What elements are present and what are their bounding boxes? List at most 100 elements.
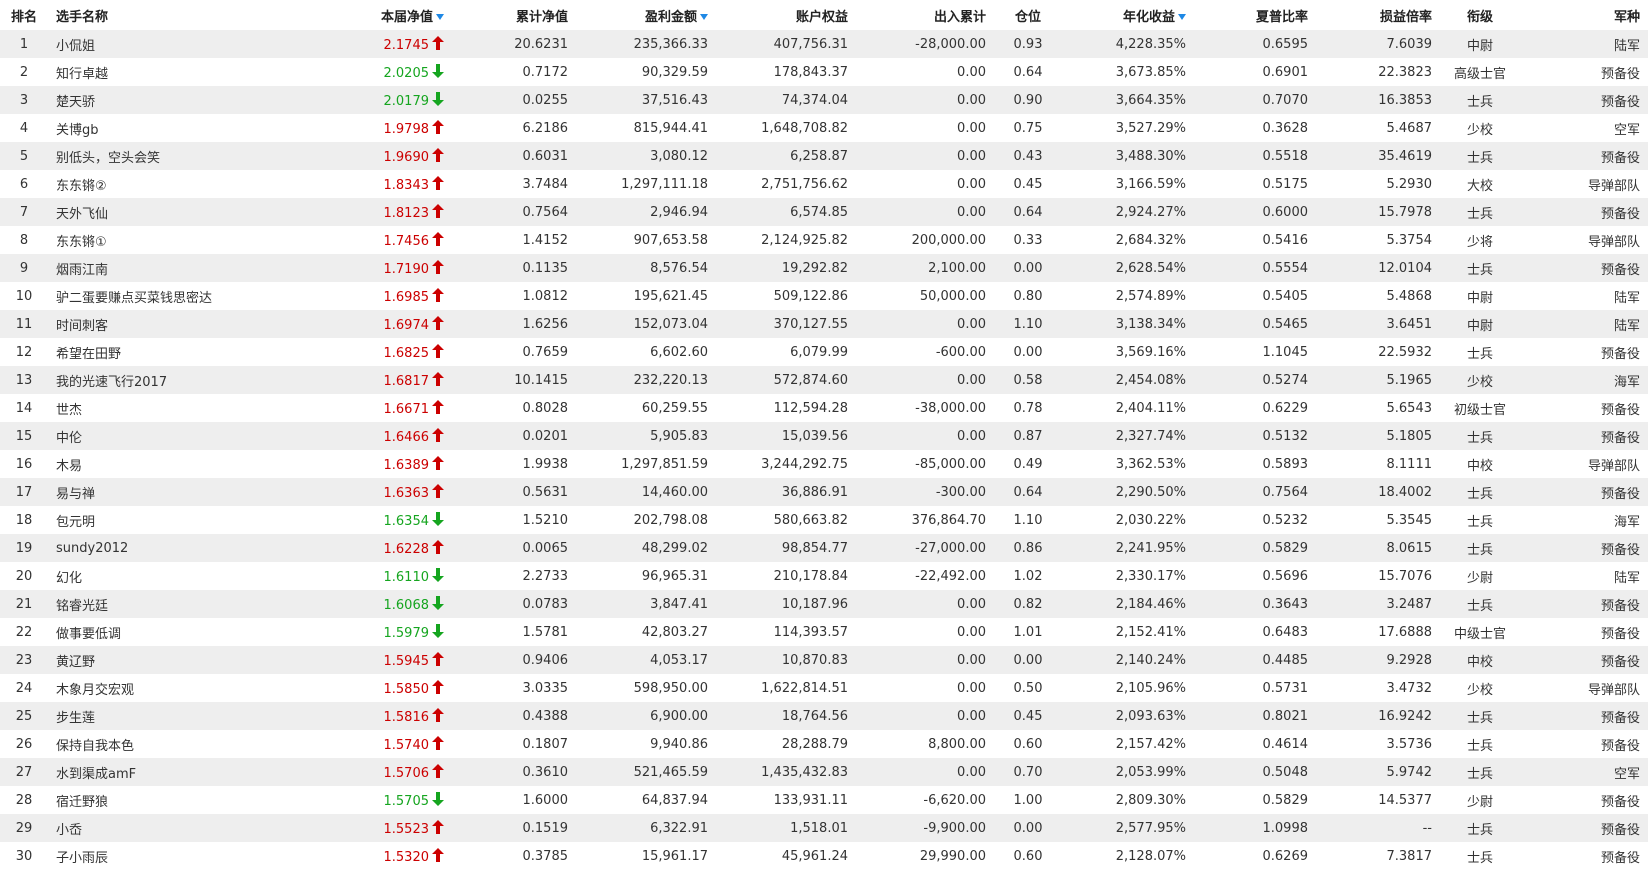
rank-cell: 12 — [15, 344, 33, 360]
player-name[interactable]: 知行卓越 — [48, 58, 288, 86]
table-row[interactable]: 26 保持自我本色 1.5740 0.1807 9,940.86 28,288.79 8,8… — [0, 730, 1648, 758]
player-name[interactable]: 木象月交宏观 — [48, 674, 288, 702]
player-name[interactable]: 驴二蛋要赚点买菜钱思密达 — [48, 282, 288, 310]
col-header-profit[interactable]: 盈利金额 — [576, 0, 716, 30]
nav-cell: 1.5705 — [288, 786, 452, 814]
col-header-name[interactable]: 选手名称 — [48, 0, 288, 30]
table-row[interactable]: 16 木易 1.6389 1.9938 1,297,851.59 3,244,292.75… — [0, 450, 1648, 478]
table-row[interactable]: 17 易与禅 1.6363 0.5631 14,460.00 36,886.91 -300.… — [0, 478, 1648, 506]
player-name[interactable]: 世杰 — [48, 394, 288, 422]
table-row[interactable]: 20 幻化 1.6110 2.2733 96,965.31 210,178.84 -22,4… — [0, 562, 1648, 590]
col-header-rank[interactable]: 排名 — [0, 0, 48, 30]
table-row[interactable]: 8 东东锵① 1.7456 1.4152 907,653.58 2,124,925.82 2… — [0, 226, 1648, 254]
player-name[interactable]: 黄辽野 — [48, 646, 288, 674]
col-header-sharpe[interactable]: 夏普比率 — [1194, 0, 1316, 30]
table-row[interactable]: 14 世杰 1.6671 0.8028 60,259.55 112,594.28 -38,0… — [0, 394, 1648, 422]
flow-cell: 0.00 — [957, 596, 986, 612]
table-row[interactable]: 12 希望在田野 1.6825 0.7659 6,602.60 6,079.99 -600.… — [0, 338, 1648, 366]
col-header-equity[interactable]: 账户权益 — [716, 0, 856, 30]
sort-desc-caret-icon[interactable] — [700, 13, 708, 20]
table-row[interactable]: 3 楚天骄 2.0179 0.0255 37,516.43 74,374.04 0.00 0.… — [0, 86, 1648, 114]
table-row[interactable]: 13 我的光速飞行2017 1.6817 10.1415 232,220.13 572,8… — [0, 366, 1648, 394]
player-name[interactable]: 小侃姐 — [48, 30, 288, 58]
player-name[interactable]: 小岙 — [48, 814, 288, 842]
player-name[interactable]: 子小雨辰 — [48, 842, 288, 870]
nav-value: 1.6985 — [383, 289, 430, 305]
col-header-cum-nav[interactable]: 累计净值 — [452, 0, 576, 30]
rank-cell: 10 — [15, 288, 33, 304]
profit-cell: 15,961.17 — [641, 848, 708, 864]
player-name[interactable]: 东东锵② — [48, 170, 288, 198]
table-row[interactable]: 10 驴二蛋要赚点买菜钱思密达 1.6985 1.0812 195,621.45 509,… — [0, 282, 1648, 310]
table-row[interactable]: 29 小岙 1.5523 0.1519 6,322.91 1,518.01 -9,900.0… — [0, 814, 1648, 842]
table-row[interactable]: 19 sundy2012 1.6228 0.0065 48,299.02 98,854.7… — [0, 534, 1648, 562]
col-header-rank-title[interactable]: 衔级 — [1440, 0, 1520, 30]
player-name[interactable]: 天外飞仙 — [48, 198, 288, 226]
player-name[interactable]: sundy2012 — [48, 534, 288, 562]
player-name[interactable]: 易与禅 — [48, 478, 288, 506]
table-row[interactable]: 5 别低头，空头会笑 1.9690 0.6031 3,080.12 6,258.87 0.0… — [0, 142, 1648, 170]
nav-value: 1.7190 — [383, 261, 430, 277]
table-row[interactable]: 6 东东锵② 1.8343 3.7484 1,297,111.18 2,751,756.6… — [0, 170, 1648, 198]
nav-cell: 1.9690 — [288, 142, 452, 170]
col-header-flow[interactable]: 出入累计 — [856, 0, 994, 30]
player-name[interactable]: 东东锵① — [48, 226, 288, 254]
table-row[interactable]: 15 中伦 1.6466 0.0201 5,905.83 15,039.56 0.00 0.8… — [0, 422, 1648, 450]
player-name[interactable]: 包元明 — [48, 506, 288, 534]
branch-cell: 预备役 — [1600, 626, 1640, 642]
table-row[interactable]: 27 水到渠成amF 1.5706 0.3610 521,465.59 1,435,432… — [0, 758, 1648, 786]
sort-desc-caret-icon[interactable] — [1178, 13, 1186, 20]
col-header-nav[interactable]: 本届净值 — [288, 0, 452, 30]
table-row[interactable]: 23 黄辽野 1.5945 0.9406 4,053.17 10,870.83 0.00 0.… — [0, 646, 1648, 674]
arrow-up-icon — [432, 315, 444, 330]
position-cell: 1.01 — [1013, 624, 1043, 640]
player-name[interactable]: 中伦 — [48, 422, 288, 450]
table-row[interactable]: 25 步生莲 1.5816 0.4388 6,900.00 18,764.56 0.00 0.… — [0, 702, 1648, 730]
nav-value: 1.7456 — [383, 233, 430, 249]
player-name[interactable]: 铭睿光廷 — [48, 590, 288, 618]
player-name[interactable]: 保持自我本色 — [48, 730, 288, 758]
rank-cell: 6 — [19, 176, 29, 192]
table-row[interactable]: 30 子小雨辰 1.5320 0.3785 15,961.17 45,961.24 29,9… — [0, 842, 1648, 870]
flow-cell: 29,990.00 — [919, 848, 986, 864]
player-name[interactable]: 烟雨江南 — [48, 254, 288, 282]
player-name[interactable]: 做事要低调 — [48, 618, 288, 646]
col-header-branch[interactable]: 军种 — [1520, 0, 1648, 30]
nav-value: 1.5523 — [383, 821, 430, 837]
player-name[interactable]: 希望在田野 — [48, 338, 288, 366]
player-name[interactable]: 幻化 — [48, 562, 288, 590]
player-name[interactable]: 时间刺客 — [48, 310, 288, 338]
col-header-annual[interactable]: 年化收益 — [1062, 0, 1194, 30]
flow-cell: -85,000.00 — [915, 456, 986, 472]
table-row[interactable]: 9 烟雨江南 1.7190 0.1135 8,576.54 19,292.82 2,100.… — [0, 254, 1648, 282]
player-name[interactable]: 宿迁野狼 — [48, 786, 288, 814]
rank-title-cell: 士兵 — [1466, 94, 1493, 110]
pl-ratio-cell: 5.4687 — [1386, 120, 1433, 136]
table-row[interactable]: 11 时间刺客 1.6974 1.6256 152,073.04 370,127.55 0.… — [0, 310, 1648, 338]
player-name[interactable]: 木易 — [48, 450, 288, 478]
table-row[interactable]: 1 小侃姐 2.1745 20.6231 235,366.33 407,756.31 -28… — [0, 30, 1648, 58]
player-name[interactable]: 步生莲 — [48, 702, 288, 730]
table-row[interactable]: 18 包元明 1.6354 1.5210 202,798.08 580,663.82 376… — [0, 506, 1648, 534]
player-name[interactable]: 关博gb — [48, 114, 288, 142]
col-header-pl-ratio[interactable]: 损益倍率 — [1316, 0, 1440, 30]
table-row[interactable]: 4 关博gb 1.9798 6.2186 815,944.41 1,648,708.82 0… — [0, 114, 1648, 142]
col-header-position[interactable]: 仓位 — [994, 0, 1062, 30]
annual-return-cell: 3,488.30% — [1115, 148, 1186, 164]
sharpe-cell: 0.5554 — [1262, 260, 1309, 276]
equity-cell: 210,178.84 — [773, 568, 848, 584]
player-name[interactable]: 别低头，空头会笑 — [48, 142, 288, 170]
branch-cell: 预备役 — [1600, 710, 1640, 726]
table-row[interactable]: 28 宿迁野狼 1.5705 1.6000 64,837.94 133,931.11 -6,… — [0, 786, 1648, 814]
rank-cell: 16 — [15, 456, 33, 472]
player-name[interactable]: 楚天骄 — [48, 86, 288, 114]
table-row[interactable]: 2 知行卓越 2.0205 0.7172 90,329.59 178,843.37 0.00… — [0, 58, 1648, 86]
player-name[interactable]: 水到渠成amF — [48, 758, 288, 786]
player-name[interactable]: 我的光速飞行2017 — [48, 366, 288, 394]
table-row[interactable]: 21 铭睿光廷 1.6068 0.0783 3,847.41 10,187.96 0.00 0… — [0, 590, 1648, 618]
table-row[interactable]: 7 天外飞仙 1.8123 0.7564 2,946.94 6,574.85 0.00 0.6… — [0, 198, 1648, 226]
table-row[interactable]: 22 做事要低调 1.5979 1.5781 42,803.27 114,393.57 0.… — [0, 618, 1648, 646]
table-header: 排名 选手名称 本届净值 累计净值 盈利金额 账户权益 出入累计 仓位 年化收益… — [0, 0, 1648, 30]
table-row[interactable]: 24 木象月交宏观 1.5850 3.0335 598,950.00 1,622,814.… — [0, 674, 1648, 702]
sort-desc-caret-icon[interactable] — [436, 13, 444, 20]
